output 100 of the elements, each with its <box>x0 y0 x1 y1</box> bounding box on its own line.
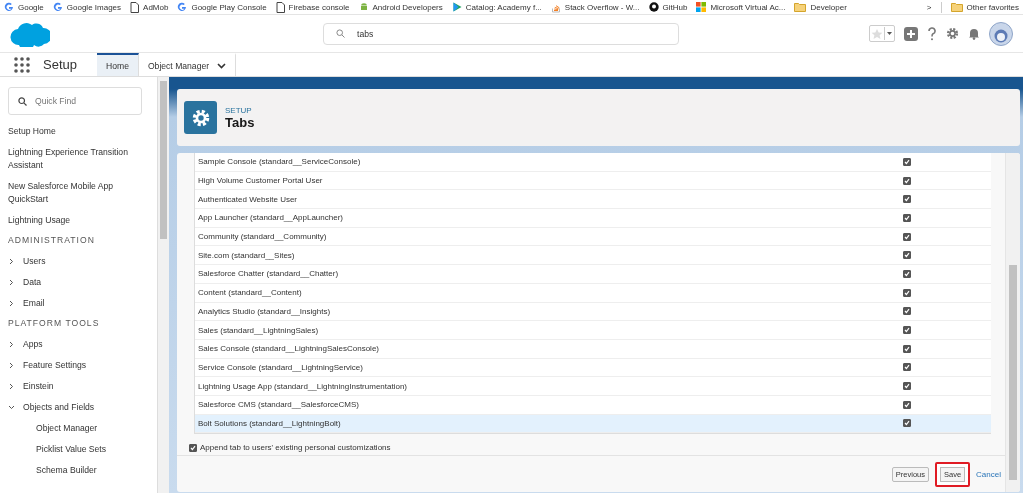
app-name: Setup <box>43 57 77 72</box>
tab-name: Salesforce CMS (standard__SalesforceCMS) <box>198 400 360 410</box>
nav-tab[interactable]: Home <box>97 53 139 76</box>
tab-row[interactable]: Authenticated Website User <box>195 190 991 210</box>
folder-icon <box>950 2 963 12</box>
bookmark[interactable]: Microsoft Virtual Ac... <box>696 2 786 12</box>
checkbox[interactable] <box>903 419 911 428</box>
caret-icon <box>884 27 894 40</box>
sidebar-group[interactable]: Data <box>8 276 157 289</box>
tab-name: Content (standard__Content) <box>198 288 303 298</box>
tab-row[interactable]: Site.com (standard__Sites) <box>195 246 991 266</box>
tab-row[interactable]: Content (standard__Content) <box>195 283 991 303</box>
sidebar-link[interactable]: Lightning Experience Transition Assistant <box>8 146 157 172</box>
app-launcher-icon[interactable] <box>14 56 30 73</box>
cancel-link[interactable]: Cancel <box>976 469 1001 479</box>
bookmarks-overflow[interactable]: > <box>926 2 932 12</box>
search-field[interactable]: tabs <box>323 22 679 45</box>
settings-icon[interactable] <box>946 27 959 40</box>
table-scrollbar[interactable] <box>1005 153 1020 492</box>
tab-row[interactable]: High Volume Customer Portal User <box>195 171 991 191</box>
tab-row[interactable]: Salesforce Chatter (standard__Chatter) <box>195 265 991 284</box>
checkbox[interactable] <box>903 326 911 335</box>
sidebar-link[interactable]: New Salesforce Mobile App QuickStart <box>8 180 157 206</box>
checkbox[interactable] <box>903 176 911 185</box>
bookmark[interactable]: Google Play Console <box>177 2 267 12</box>
sidebar-group[interactable]: Apps <box>8 338 157 351</box>
tab-row[interactable]: Community (standard__Community) <box>195 227 991 247</box>
page-eyebrow: SETUP <box>225 105 253 115</box>
bookmark[interactable]: GitHub <box>648 2 688 12</box>
chevron-right-icon <box>8 362 15 369</box>
bookmark[interactable]: Google Images <box>52 2 122 12</box>
tab-row[interactable]: Salesforce CMS (standard__SalesforceCMS) <box>195 395 991 415</box>
checkbox[interactable] <box>903 232 911 241</box>
plus-icon[interactable] <box>904 26 918 41</box>
chevron-right-icon <box>8 300 15 307</box>
tab-row[interactable]: Sales Console (standard__LightningSalesConsole) <box>195 339 991 359</box>
chevron-down-icon <box>8 404 15 411</box>
bookmark[interactable]: Developer <box>794 2 847 12</box>
chevron-right-icon <box>8 258 15 265</box>
sidebar-link[interactable]: Setup Home <box>8 125 157 138</box>
tab-row[interactable]: Sample Console (standard__ServiceConsole) <box>195 153 991 172</box>
chevron-down-icon <box>217 62 227 69</box>
android-icon <box>358 2 369 12</box>
checkbox[interactable] <box>903 157 911 166</box>
star-icon <box>870 27 884 40</box>
sidebar-group[interactable]: Feature Settings <box>8 359 157 372</box>
checkbox[interactable] <box>903 363 911 372</box>
tab-name: App Launcher (standard__AppLauncher) <box>198 213 344 223</box>
sidebar-link[interactable]: Picklist Value Sets <box>8 443 157 456</box>
tab-row[interactable]: App Launcher (standard__AppLauncher) <box>195 209 991 228</box>
sidebar-link[interactable]: Schema Builder <box>8 464 157 477</box>
tab-name: Service Console (standard__LightningService) <box>198 362 364 372</box>
bell-icon[interactable] <box>968 27 980 40</box>
bookmark[interactable]: Android Developers <box>358 2 443 12</box>
tab-name: High Volume Customer Portal User <box>198 176 324 186</box>
tab-name: Sample Console (standard__ServiceConsole) <box>198 157 362 167</box>
checkbox[interactable] <box>189 443 197 452</box>
chevron-right-icon <box>8 279 15 286</box>
checkbox-label: Append tab to users' existing personal customizations <box>200 443 391 453</box>
bookmark[interactable]: AdMob <box>130 1 169 13</box>
checkbox[interactable] <box>903 213 911 222</box>
checkbox[interactable] <box>903 288 911 297</box>
tab-row[interactable]: Service Console (standard__LightningService) <box>195 358 991 378</box>
search-icon <box>336 29 345 38</box>
sidebar-group[interactable]: Objects and Fields <box>8 401 157 414</box>
bookmark[interactable]: Firebase console <box>275 1 350 13</box>
tab-row[interactable]: Sales (standard__LightningSales) <box>195 321 991 340</box>
bookmark[interactable]: Catalog: Academy f... <box>451 2 542 12</box>
sidebar-link[interactable]: Object Manager <box>8 422 157 435</box>
avatar-icon[interactable] <box>989 21 1013 46</box>
sidebar-scrollbar[interactable] <box>157 77 169 493</box>
page-icon <box>130 1 140 13</box>
help-icon[interactable] <box>927 26 937 41</box>
checkbox[interactable] <box>903 251 911 260</box>
sidebar-link[interactable]: Lightning Usage <box>8 214 157 227</box>
tab-name: Lightning Usage App (standard__LightningInstrumentation) <box>198 381 409 391</box>
windows-icon <box>696 2 707 12</box>
chevron-right-icon <box>8 383 15 390</box>
folder-icon <box>794 2 807 12</box>
sidebar-group[interactable]: Users <box>8 255 157 268</box>
google-icon <box>52 2 63 12</box>
bookmark[interactable]: Stack Overflow - W... <box>550 1 640 13</box>
sidebar-group[interactable]: Email <box>8 297 157 310</box>
checkbox[interactable] <box>903 382 911 391</box>
bookmark[interactable]: Google <box>4 2 44 12</box>
sidebar-group[interactable]: Einstein <box>8 380 157 393</box>
tab-name: Site.com (standard__Sites) <box>198 250 296 260</box>
tab-row[interactable]: Lightning Usage App (standard__LightningInstrumentation) <box>195 377 991 396</box>
tab-name: Analytics Studio (standard__Insights) <box>198 306 332 316</box>
tab-row[interactable]: Analytics Studio (standard__Insights) <box>195 302 991 322</box>
page-title: Tabs <box>225 114 255 130</box>
checkbox[interactable] <box>903 269 911 278</box>
checkbox[interactable] <box>903 307 911 316</box>
checkbox[interactable] <box>903 344 911 353</box>
search-icon <box>18 96 27 106</box>
bookmark[interactable]: Other favorites <box>950 2 1019 12</box>
google-icon <box>4 2 14 12</box>
quick-find-field[interactable]: Quick Find <box>8 87 142 115</box>
checkbox[interactable] <box>903 400 911 409</box>
checkbox[interactable] <box>903 195 911 204</box>
